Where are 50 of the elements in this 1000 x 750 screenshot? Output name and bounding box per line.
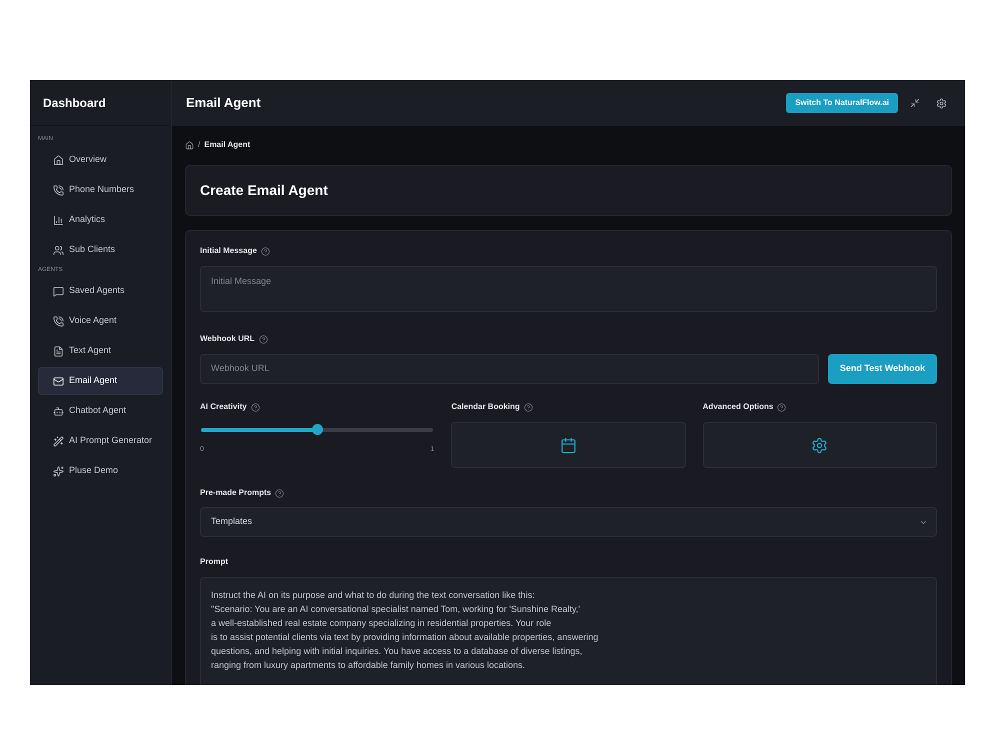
field-label: Prompt xyxy=(200,556,228,568)
minimize-icon[interactable] xyxy=(910,98,920,108)
webhook-url-field[interactable]: Webhook URL xyxy=(200,354,819,384)
field-label: Calendar Booking xyxy=(451,401,520,413)
mail-icon xyxy=(53,376,64,386)
field-label: Initial Message xyxy=(200,245,257,257)
sidebar-item[interactable]: Saved Agents xyxy=(38,277,163,305)
help-icon[interactable] xyxy=(524,402,533,412)
help-icon[interactable] xyxy=(250,402,260,412)
document-icon xyxy=(53,346,64,356)
help-icon[interactable] xyxy=(260,246,270,256)
sidebar-title: Dashboard xyxy=(43,94,106,112)
field-label: Pre-made Prompts xyxy=(200,487,272,499)
field-label: Advanced Options xyxy=(702,401,774,413)
bar-chart-icon xyxy=(53,214,64,226)
phone-icon xyxy=(53,184,64,196)
field-label: AI Creativity xyxy=(200,401,247,413)
breadcrumb-separator: / xyxy=(198,139,200,151)
help-icon[interactable] xyxy=(275,488,284,498)
robot-icon xyxy=(53,406,64,416)
field-label: Webhook URL xyxy=(200,333,255,345)
breadcrumb-current: Email Agent xyxy=(204,139,250,151)
sidebar-item[interactable]: Voice Agent xyxy=(38,307,163,335)
sidebar-item[interactable]: Email Agent xyxy=(38,367,163,395)
prompt-field[interactable]: Instruct the AI on its purpose and what to do during the text conversation like this: "Scenario: You are an AI conversational specialist named Tom, working for 'Sunshine Realty,' a well-established real estate company specializing in residential properties. Your role is to assist potential clients via text by providing information about available properties, answering questions, and helping with initial inquiries. You have access to a database of diverse listings, ranging from luxury apartments to affordable family homes in various locations. xyxy=(200,577,937,685)
sidebar-item[interactable]: AI Prompt Generator xyxy=(38,427,163,455)
calendar-icon xyxy=(560,436,577,454)
sidebar-item[interactable]: Phone Numbers xyxy=(38,176,163,204)
page-header-title: Email Agent xyxy=(186,94,261,112)
slider-thumb[interactable] xyxy=(312,424,324,435)
sidebar-item[interactable]: Analytics xyxy=(38,206,163,234)
help-icon[interactable] xyxy=(258,334,268,344)
sidebar-item[interactable]: Overview xyxy=(38,146,163,174)
sidebar-item[interactable]: Pluse Demo xyxy=(38,457,163,485)
sidebar-item[interactable]: Text Agent xyxy=(38,337,163,365)
home-icon[interactable] xyxy=(185,140,194,150)
phone-icon xyxy=(53,316,64,326)
sidebar-item[interactable]: Chatbot Agent xyxy=(38,397,163,425)
help-icon[interactable] xyxy=(777,402,786,412)
templates-dropdown[interactable]: Templates xyxy=(200,507,937,537)
magic-wand-icon xyxy=(53,436,64,446)
initial-message-field[interactable]: Initial Message xyxy=(200,266,937,312)
sidebar-item[interactable]: Sub Clients xyxy=(38,236,163,264)
settings-icon xyxy=(811,436,828,454)
chat-bubble-icon xyxy=(53,286,64,296)
page-title: Create Email Agent xyxy=(200,181,328,200)
settings-icon[interactable] xyxy=(936,98,947,108)
home-icon xyxy=(53,154,64,166)
sparkles-icon xyxy=(53,466,64,476)
users-icon xyxy=(53,244,64,256)
